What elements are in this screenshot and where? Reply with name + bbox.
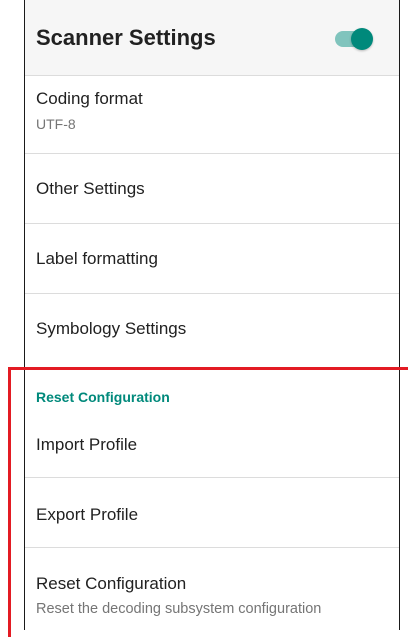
- settings-screen: Scanner Settings Coding format UTF-8 Oth…: [24, 0, 400, 630]
- label-formatting-title: Label formatting: [36, 249, 158, 268]
- import-profile-title: Import Profile: [36, 435, 138, 454]
- switch-thumb: [351, 28, 373, 50]
- coding-format-value: UTF-8: [36, 116, 76, 132]
- reset-configuration-category: Reset Configuration: [25, 366, 399, 418]
- scanner-enable-switch[interactable]: [333, 27, 375, 51]
- export-profile-title: Export Profile: [36, 505, 139, 524]
- symbology-settings-title: Symbology Settings: [36, 319, 187, 338]
- category-header: Reset Configuration: [36, 389, 170, 405]
- reset-configuration-item[interactable]: Reset Configuration Reset the decoding s…: [25, 548, 399, 630]
- export-profile-item[interactable]: Export Profile: [25, 478, 399, 548]
- coding-format-title: Coding format: [36, 89, 143, 108]
- reset-configuration-summary: Reset the decoding subsystem configurati…: [36, 601, 322, 617]
- reset-configuration-title: Reset Configuration: [36, 574, 187, 593]
- app-bar: Scanner Settings: [25, 0, 399, 76]
- other-settings-title: Other Settings: [36, 179, 145, 198]
- symbology-settings-item[interactable]: Symbology Settings: [25, 294, 399, 366]
- label-formatting-item[interactable]: Label formatting: [25, 224, 399, 294]
- coding-format-item[interactable]: Coding format UTF-8: [25, 76, 399, 154]
- page-title: Scanner Settings: [36, 25, 216, 50]
- other-settings-item[interactable]: Other Settings: [25, 154, 399, 224]
- import-profile-item[interactable]: Import Profile: [25, 418, 399, 478]
